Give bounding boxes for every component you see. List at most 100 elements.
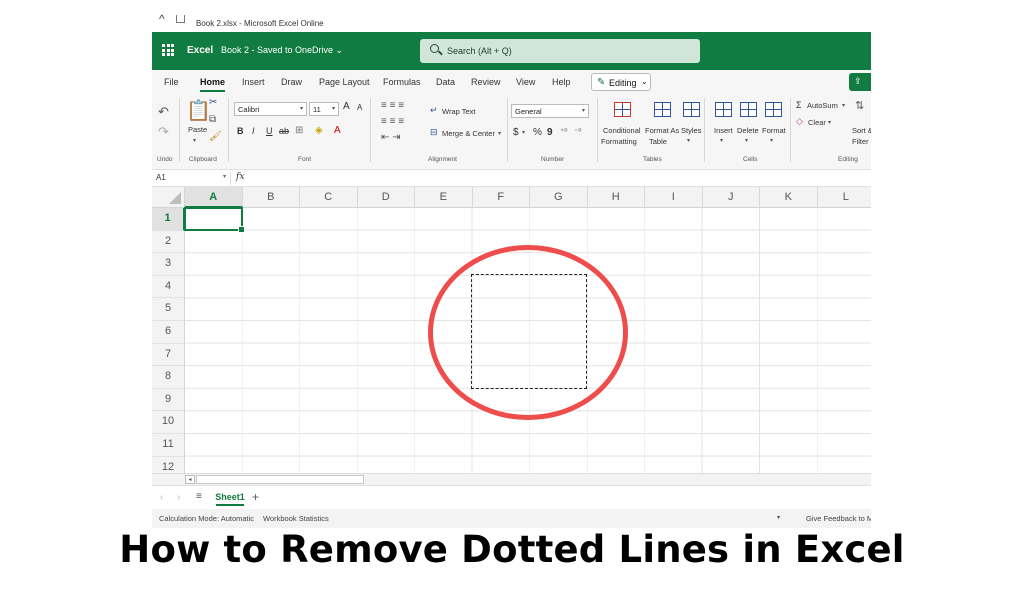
search-box[interactable]: Search (Alt + Q) [420, 39, 700, 63]
sheet-tab-sheet1[interactable]: Sheet1 [212, 486, 248, 508]
bold-button[interactable]: B [237, 126, 244, 136]
row-header-10[interactable]: 10 [152, 411, 185, 434]
styles-button[interactable]: Styles [681, 126, 701, 135]
row-header-3[interactable]: 3 [152, 253, 185, 276]
row-header-1[interactable]: 1 [152, 208, 185, 231]
chevron-down-icon[interactable]: ▾ [828, 119, 831, 126]
delete-button[interactable]: Delete [737, 126, 759, 135]
app-launcher-icon[interactable] [162, 44, 174, 56]
format-as-label[interactable]: Format As [645, 126, 679, 135]
previous-sheet-icon[interactable]: ‹ [160, 492, 163, 503]
table-label[interactable]: Table [649, 137, 667, 146]
tab-view[interactable]: View [516, 77, 535, 87]
shrink-font-button[interactable]: A [357, 103, 362, 112]
column-header-i[interactable]: I [645, 187, 703, 208]
column-header-c[interactable]: C [300, 187, 358, 208]
conditional-label[interactable]: Conditional [603, 126, 641, 135]
function-icon[interactable]: fx [236, 172, 244, 182]
font-color-icon[interactable]: A [334, 125, 341, 136]
tab-help[interactable]: Help [552, 77, 571, 87]
tab-file[interactable]: File [164, 77, 179, 87]
share-button[interactable]: ⇪ [849, 73, 871, 91]
formatting-label[interactable]: Formatting [601, 137, 637, 146]
worksheet-grid[interactable]: A B C D E F G H I J K L 1 2 3 4 5 6 7 8 … [152, 187, 871, 473]
font-size-select[interactable]: 11 ▾ [309, 102, 339, 116]
chevron-down-icon[interactable]: ▾ [720, 137, 723, 144]
autosum-button[interactable]: AutoSum [807, 101, 838, 110]
editing-mode-button[interactable]: ✎ Editing ⌄ [591, 73, 651, 91]
currency-button[interactable]: $ [513, 127, 519, 138]
column-header-f[interactable]: F [472, 187, 530, 208]
borders-icon[interactable]: ⊞ [295, 125, 303, 136]
document-name[interactable]: Book 2 - Saved to OneDrive ⌄ [221, 45, 343, 56]
column-header-b[interactable]: B [242, 187, 300, 208]
tab-formulas[interactable]: Formulas [383, 77, 421, 87]
row-header-12[interactable]: 12 [152, 456, 185, 473]
column-header-g[interactable]: G [530, 187, 588, 208]
insert-button[interactable]: Insert [714, 126, 733, 135]
name-box[interactable]: A1 [156, 173, 166, 182]
merge-center-button[interactable]: Merge & Center [442, 129, 495, 138]
filter-label[interactable]: Filter [852, 137, 869, 146]
comma-button[interactable]: 9 [547, 127, 553, 138]
select-all-corner[interactable] [152, 187, 185, 208]
all-sheets-menu-icon[interactable]: ≡ [196, 491, 202, 502]
increase-decimal-icon[interactable]: ⁺⁰ [560, 127, 567, 136]
scrollbar-thumb[interactable] [196, 475, 364, 484]
column-header-e[interactable]: E [415, 187, 473, 208]
row-header-4[interactable]: 4 [152, 275, 185, 299]
decrease-decimal-icon[interactable]: ⁻⁰ [574, 127, 581, 136]
copy-icon[interactable]: ⧉ [209, 114, 216, 125]
row-header-7[interactable]: 7 [152, 343, 185, 367]
underline-button[interactable]: U [266, 126, 273, 136]
chevron-down-icon[interactable]: ▾ [522, 129, 525, 136]
grow-font-button[interactable]: A [343, 101, 350, 112]
column-header-j[interactable]: J [702, 187, 760, 208]
chevron-down-icon[interactable]: ▾ [498, 130, 501, 137]
paste-label[interactable]: Paste [188, 125, 207, 134]
row-header-5[interactable]: 5 [152, 298, 185, 321]
column-header-l[interactable]: L [817, 187, 871, 208]
column-header-h[interactable]: H [587, 187, 645, 208]
chevron-down-icon[interactable]: ▾ [777, 514, 780, 521]
tab-insert[interactable]: Insert [242, 77, 265, 87]
column-header-a[interactable]: A [185, 187, 243, 208]
font-name-select[interactable]: Calibri ▾ [234, 102, 307, 116]
row-header-2[interactable]: 2 [152, 230, 185, 254]
paste-dropdown-icon[interactable]: ▾ [193, 137, 196, 144]
format-painter-icon[interactable]: 🖌 [209, 131, 222, 142]
align-top-icon[interactable]: ≡ ≡ ≡ [381, 100, 404, 111]
number-format-select[interactable]: General ▾ [511, 104, 589, 118]
row-header-8[interactable]: 8 [152, 366, 185, 389]
chevron-up-icon[interactable]: ^ [159, 12, 165, 26]
row-header-9[interactable]: 9 [152, 388, 185, 412]
format-button[interactable]: Format [762, 126, 786, 135]
horizontal-scrollbar[interactable]: ◂ [152, 473, 871, 485]
fill-color-icon[interactable]: ◈ [315, 125, 323, 136]
redo-icon[interactable]: ↷ [158, 124, 169, 140]
strikethrough-button[interactable]: ab [279, 126, 289, 136]
percent-button[interactable]: % [533, 127, 542, 138]
tab-draw[interactable]: Draw [281, 77, 302, 87]
wrap-text-button[interactable]: Wrap Text [442, 107, 476, 116]
clear-button[interactable]: Clear [808, 118, 826, 127]
active-cell-a1[interactable] [184, 207, 245, 233]
chevron-down-icon[interactable]: ▾ [223, 173, 226, 180]
align-left-icon[interactable]: ≡ ≡ ≡ [381, 116, 404, 127]
row-header-6[interactable]: 6 [152, 321, 185, 344]
scroll-left-icon[interactable]: ◂ [185, 475, 195, 484]
column-header-d[interactable]: D [357, 187, 415, 208]
feedback-link[interactable]: Give Feedback to Mi [806, 514, 871, 523]
workbook-statistics-link[interactable]: Workbook Statistics [263, 514, 329, 523]
app-name[interactable]: Excel [187, 45, 213, 56]
chevron-down-icon[interactable]: ▾ [687, 137, 690, 144]
column-header-k[interactable]: K [760, 187, 818, 208]
tab-data[interactable]: Data [436, 77, 455, 87]
indent-icon[interactable]: ⇤ ⇥ [381, 132, 401, 143]
tab-page-layout[interactable]: Page Layout [319, 77, 370, 87]
cut-icon[interactable]: ✂ [209, 97, 217, 108]
undo-icon[interactable]: ↶ [158, 104, 169, 120]
next-sheet-icon[interactable]: › [177, 492, 180, 503]
chevron-down-icon[interactable]: ▾ [842, 102, 845, 109]
paste-icon[interactable]: 📋 [186, 98, 211, 123]
